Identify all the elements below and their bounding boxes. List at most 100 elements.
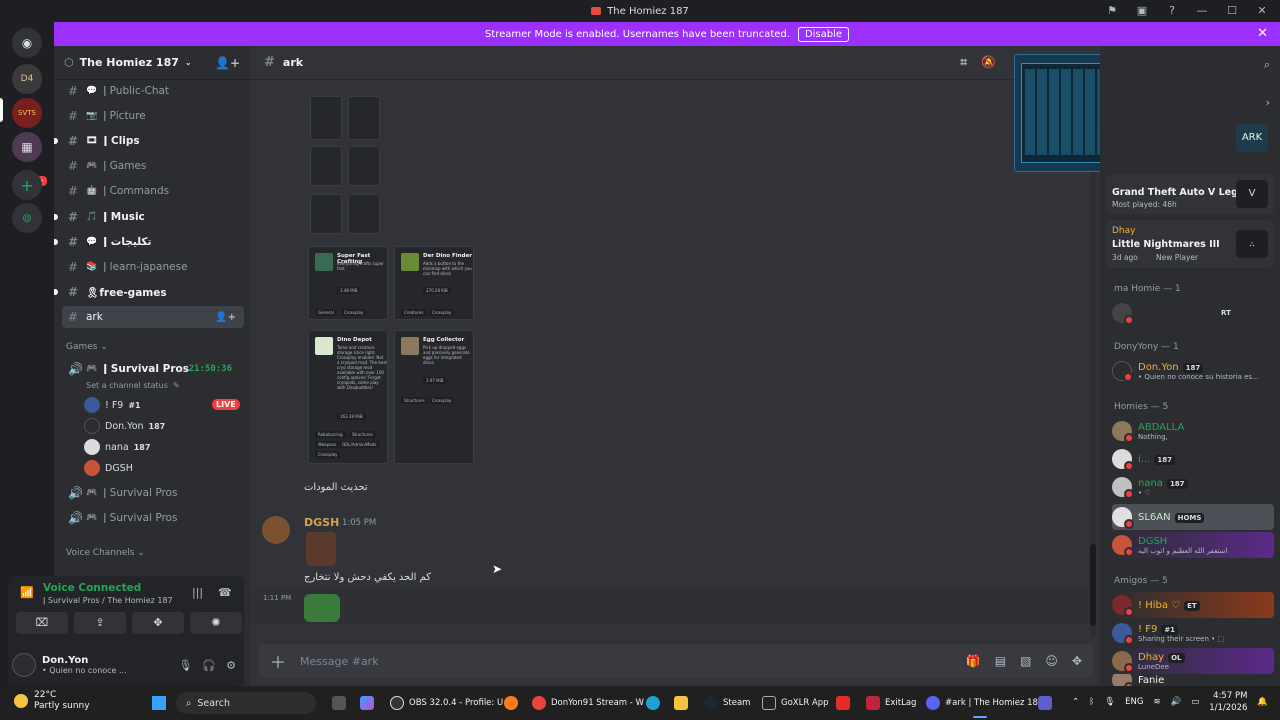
voice-user-f9[interactable]: ! F9 #1 bbox=[84, 396, 141, 414]
message-input[interactable] bbox=[300, 654, 952, 668]
avatar[interactable] bbox=[12, 653, 36, 677]
channel-commands[interactable]: # 🤖 ǀ Commands bbox=[62, 180, 244, 202]
chevron-up-icon[interactable]: ⌃ bbox=[1072, 697, 1079, 707]
copilot-icon[interactable] bbox=[360, 696, 374, 710]
server-icon-homiez[interactable]: SVTS bbox=[12, 98, 42, 128]
inbox-icon[interactable]: ⚑ bbox=[1104, 3, 1120, 19]
mic-icon[interactable]: 🎙 bbox=[178, 659, 192, 672]
search-icon[interactable]: ⌕ bbox=[1264, 58, 1270, 72]
channel-music[interactable]: # 🎵 ǀ Music bbox=[54, 206, 244, 228]
voice-channel-survival-pros-2[interactable]: 🔊 🎮 ǀ Survival Pros bbox=[62, 482, 244, 504]
taskbar-app-goxlr[interactable]: GoXLR App bbox=[762, 692, 829, 714]
explore-icon[interactable]: ⊚ bbox=[12, 203, 42, 233]
image-thumb[interactable] bbox=[348, 146, 380, 186]
language-indicator[interactable]: ENG bbox=[1125, 697, 1143, 707]
member-item[interactable]: Don.Yon 187 • Quien no conoce su historia… bbox=[1112, 358, 1274, 384]
channel-picture[interactable]: # 📷 ǀ Picture bbox=[62, 105, 244, 127]
notification-bell-icon[interactable]: 🔔 bbox=[1257, 697, 1268, 707]
user-info[interactable]: Don.Yon • Quien no conoce ... bbox=[42, 655, 127, 675]
channel-free-games[interactable]: # 🎗free-games bbox=[54, 281, 244, 303]
gift-icon[interactable]: 🎁 bbox=[966, 654, 981, 668]
soundboard-button[interactable]: ✺ bbox=[190, 612, 242, 634]
channel-ark[interactable]: # ark 👤+ bbox=[62, 306, 244, 328]
image-thumb[interactable] bbox=[348, 96, 380, 140]
voice-user-nana[interactable]: nana 187 bbox=[84, 438, 150, 456]
activities-button[interactable]: ✥ bbox=[132, 612, 184, 634]
taskbar-app-steam[interactable]: Steam bbox=[704, 692, 750, 714]
taskbar-app-obs[interactable]: OBS 32.0.4 - Profile: U bbox=[390, 692, 503, 714]
taskbar-search[interactable]: ⌕ Search bbox=[176, 692, 316, 714]
channel-status[interactable]: Set a channel status ✎ bbox=[86, 376, 180, 394]
gif-icon[interactable]: ▤ bbox=[995, 654, 1006, 668]
member-item[interactable]: i... 187 bbox=[1112, 446, 1274, 472]
member-item[interactable]: Fanie bbox=[1112, 674, 1274, 686]
mod-card-dino-depot[interactable]: Dino Depot Tame and creature storage sin… bbox=[308, 330, 388, 464]
close-button[interactable]: ✕ bbox=[1254, 3, 1270, 19]
channel-clips[interactable]: # 🎞 ǀ Clips bbox=[54, 130, 244, 152]
scrollbar-thumb[interactable] bbox=[1090, 544, 1096, 626]
camera-button[interactable]: ⌧ bbox=[16, 612, 68, 634]
minimize-button[interactable]: — bbox=[1194, 3, 1210, 19]
disable-button[interactable]: Disable bbox=[797, 26, 850, 42]
settings-icon[interactable]: ⚙ bbox=[226, 659, 236, 672]
screen-icon[interactable]: ▣ bbox=[1134, 3, 1150, 19]
help-icon[interactable]: ? bbox=[1164, 3, 1180, 19]
member-item[interactable]: ! F9 #1 Sharing their screen • ⬚ bbox=[1112, 620, 1274, 646]
emoji-icon[interactable]: ☺ bbox=[1045, 654, 1058, 668]
server-folder-icon[interactable]: ▦ bbox=[12, 132, 42, 162]
firefox-icon[interactable] bbox=[504, 696, 518, 710]
channel-public-chat[interactable]: # 💬 ǀ Public-Chat bbox=[62, 80, 244, 102]
wifi-icon[interactable]: ≋ bbox=[1153, 697, 1160, 707]
taskbar-app-chrome[interactable]: DonYon91 Stream - W bbox=[532, 692, 644, 714]
emoji-image[interactable] bbox=[304, 594, 340, 622]
channel-games[interactable]: # 🎮 ǀ Games bbox=[62, 155, 244, 177]
close-icon[interactable]: ✕ bbox=[1257, 26, 1268, 41]
taskbar-app-exitlag[interactable]: ExitLag bbox=[866, 692, 916, 714]
windows-start-icon[interactable] bbox=[152, 696, 166, 710]
weather-widget[interactable]: 22°C Partly sunny bbox=[14, 690, 90, 712]
avatar[interactable] bbox=[262, 516, 290, 544]
channel-arabic[interactable]: # 💬 ǀ تكليجات bbox=[54, 231, 244, 253]
category-games[interactable]: Games ⌄ bbox=[66, 342, 108, 352]
image-thumb[interactable] bbox=[310, 194, 342, 234]
member-item[interactable]: RT bbox=[1112, 300, 1274, 326]
message-author[interactable]: DGSH bbox=[304, 516, 339, 529]
mic-icon[interactable]: 🎙 bbox=[1104, 697, 1115, 707]
mod-card-der-dino-finder[interactable]: Der Dino Finder Adds a button to the min… bbox=[394, 246, 474, 320]
server-header[interactable]: ⬡ The Homiez 187 ⌄ 👤+ bbox=[54, 46, 250, 80]
member-item[interactable]: ABDALLA Nothing, bbox=[1112, 418, 1274, 444]
server-icon-d4[interactable]: D4 bbox=[12, 64, 42, 94]
apps-icon[interactable]: ✥ bbox=[1072, 654, 1082, 668]
bluetooth-icon[interactable]: ᛒ bbox=[1089, 697, 1094, 707]
edge-icon[interactable] bbox=[646, 696, 660, 710]
sticker-icon[interactable]: ▧ bbox=[1020, 654, 1031, 668]
chevron-right-icon[interactable]: › bbox=[1266, 96, 1270, 109]
channel-learn-japanese[interactable]: # 📚 ǀ learn-japanese bbox=[62, 256, 244, 278]
voice-channel-survival-pros-3[interactable]: 🔊 🎮 ǀ Survival Pros bbox=[62, 507, 244, 529]
maximize-button[interactable]: ☐ bbox=[1224, 3, 1240, 19]
add-server-icon[interactable]: + bbox=[12, 170, 42, 200]
task-view-icon[interactable] bbox=[332, 696, 346, 710]
mod-card-super-fast-crafting[interactable]: Super Fast Crafting Everything crafts su… bbox=[308, 246, 388, 320]
activity-little-nightmares[interactable]: Dhay Little Nightmares III 3d ago New Pl… bbox=[1106, 220, 1274, 268]
threads-icon[interactable]: ⌗ bbox=[960, 55, 967, 70]
mute-icon[interactable]: 🔕 bbox=[981, 55, 996, 70]
youtube-icon[interactable] bbox=[836, 696, 850, 710]
noise-suppression-icon[interactable]: ||| bbox=[192, 586, 203, 599]
image-thumb[interactable] bbox=[310, 96, 342, 140]
category-voice[interactable]: Voice Channels ⌄ bbox=[66, 548, 145, 558]
member-item[interactable]: nana 187 • ♡ bbox=[1112, 474, 1274, 500]
voice-connected-title[interactable]: Voice Connected bbox=[43, 582, 141, 594]
member-item[interactable]: ! Hiba ♡ ET bbox=[1112, 592, 1274, 618]
clock[interactable]: 4:57 PM 1/1/2026 bbox=[1209, 690, 1247, 714]
member-item[interactable]: SL6AN HOMS bbox=[1112, 504, 1274, 530]
voice-connected-sub[interactable]: ǀ Survival Pros / The Homiez 187 bbox=[43, 596, 173, 605]
volume-icon[interactable]: 🔊 bbox=[1171, 697, 1182, 707]
image-thumb[interactable] bbox=[348, 194, 380, 234]
teams-icon[interactable] bbox=[1038, 696, 1052, 710]
file-explorer-icon[interactable] bbox=[674, 696, 688, 710]
discord-home-icon[interactable]: ◉ bbox=[12, 28, 42, 58]
taskbar-app-discord[interactable]: #ark | The Homiez 187 bbox=[926, 692, 1043, 718]
add-member-icon[interactable]: 👤+ bbox=[215, 312, 236, 323]
invite-icon[interactable]: 👤+ bbox=[215, 56, 240, 70]
